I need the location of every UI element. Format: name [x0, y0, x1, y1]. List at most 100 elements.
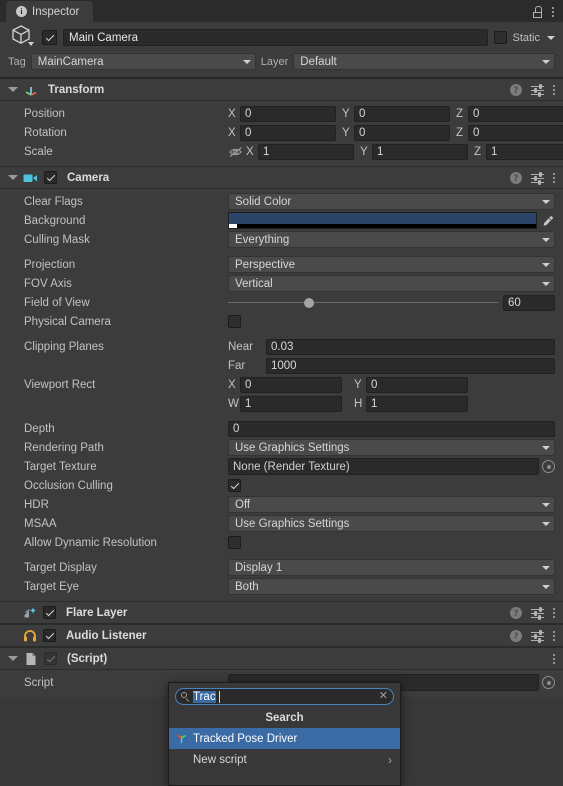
component-header-script[interactable]: (Script) [0, 647, 563, 670]
cube-icon[interactable] [10, 24, 36, 51]
scale-z-input[interactable]: 1 [486, 143, 563, 160]
gameobject-enabled-checkbox[interactable] [42, 30, 57, 45]
gameobject-name-row: Main Camera Static [8, 24, 555, 47]
script-file-icon [23, 651, 38, 666]
rendering-path-dropdown[interactable]: Use Graphics Settings [228, 439, 555, 456]
kebab-menu-icon[interactable] [553, 171, 555, 184]
physical-camera-checkbox[interactable] [228, 315, 241, 328]
target-eye-dropdown[interactable]: Both [228, 578, 555, 595]
eyedropper-icon[interactable] [540, 215, 555, 227]
depth-input[interactable]: 0 [228, 420, 555, 437]
audio-listener-enabled-checkbox[interactable] [43, 629, 56, 642]
layer-dropdown[interactable]: Default [293, 53, 555, 70]
gameobject-name-input[interactable]: Main Camera [63, 29, 489, 46]
tab-inspector[interactable]: i Inspector [6, 1, 94, 22]
search-result-tracked-pose-driver[interactable]: Tracked Pose Driver [169, 728, 400, 749]
clipping-far-input[interactable]: 1000 [266, 357, 555, 374]
headphones-icon [22, 628, 37, 643]
preset-settings-icon[interactable] [531, 171, 544, 185]
rotation-z-input[interactable]: 0 [468, 124, 563, 141]
transform-axis-icon [23, 82, 38, 97]
help-icon[interactable]: ? [510, 83, 522, 96]
help-icon[interactable]: ? [510, 629, 522, 642]
rotation-y-input[interactable]: 0 [354, 124, 450, 141]
preset-settings-icon[interactable] [531, 629, 544, 643]
viewport-w-input[interactable]: 1 [240, 395, 342, 412]
object-picker-icon[interactable] [542, 460, 555, 473]
component-header-flare-layer[interactable]: Flare Layer ? [0, 601, 563, 624]
kebab-menu-icon[interactable] [552, 5, 554, 18]
field-of-view-input[interactable]: 60 [503, 294, 555, 311]
tag-dropdown[interactable]: MainCamera [30, 53, 256, 70]
target-display-value: Display 1 [235, 561, 283, 574]
static-checkbox[interactable] [494, 31, 508, 44]
search-popup-header: Search [265, 711, 304, 724]
search-input[interactable]: Trac ✕ [175, 688, 394, 705]
projection-dropdown[interactable]: Perspective [228, 256, 555, 273]
kebab-menu-icon[interactable] [553, 629, 555, 642]
slider-knob[interactable] [303, 297, 314, 308]
component-actions: ? [510, 83, 555, 97]
component-title: Transform [48, 83, 105, 96]
foldout-arrow-icon[interactable] [8, 175, 18, 180]
msaa-dropdown[interactable]: Use Graphics Settings [228, 515, 555, 532]
scale-y-input[interactable]: 1 [372, 143, 468, 160]
tracked-pose-driver-icon [175, 732, 188, 745]
field-of-view-slider[interactable] [228, 295, 498, 311]
chevron-down-icon [542, 521, 550, 526]
help-icon[interactable]: ? [510, 606, 522, 619]
axis-x-label: X [228, 126, 236, 139]
field-label: Depth [24, 422, 55, 435]
occlusion-culling-checkbox[interactable] [228, 479, 241, 492]
allow-dynamic-resolution-checkbox[interactable] [228, 536, 241, 549]
component-header-transform[interactable]: Transform ? [0, 78, 563, 101]
slider-track [228, 301, 498, 304]
link-off-icon[interactable] [228, 146, 244, 158]
target-texture-field[interactable]: None (Render Texture) [228, 458, 539, 475]
viewport-y-input[interactable]: 0 [366, 376, 468, 393]
lock-icon[interactable] [532, 5, 543, 18]
scale-x-input[interactable]: 1 [258, 143, 354, 160]
kebab-menu-icon[interactable] [553, 652, 555, 665]
rotation-x-input[interactable]: 0 [240, 124, 336, 141]
chevron-down-icon [242, 59, 251, 64]
preset-settings-icon[interactable] [531, 606, 544, 620]
field-label: Target Display [24, 561, 97, 574]
camera-clipping-near-row: Clipping Planes Near 0.03 [0, 337, 563, 356]
script-enabled-checkbox[interactable] [44, 652, 57, 665]
background-color-field[interactable] [228, 212, 537, 229]
culling-mask-dropdown[interactable]: Everything [228, 231, 555, 248]
component-title: Camera [67, 171, 110, 184]
viewport-x-input[interactable]: 0 [240, 376, 342, 393]
target-display-dropdown[interactable]: Display 1 [228, 559, 555, 576]
object-picker-icon[interactable] [542, 676, 555, 689]
field-label: Clipping Planes [24, 340, 104, 353]
kebab-menu-icon[interactable] [553, 606, 555, 619]
position-z-input[interactable]: 0 [468, 105, 563, 122]
far-label: Far [228, 359, 246, 372]
preset-settings-icon[interactable] [531, 83, 544, 97]
position-y-input[interactable]: 0 [354, 105, 450, 122]
fov-axis-dropdown[interactable]: Vertical [228, 275, 555, 292]
foldout-arrow-icon[interactable] [8, 656, 18, 661]
axis-y-label: Y [342, 126, 350, 139]
kebab-menu-icon[interactable] [553, 83, 555, 96]
foldout-arrow-icon[interactable] [8, 87, 18, 92]
chevron-down-icon [542, 262, 550, 267]
search-result-new-script[interactable]: New script › [169, 749, 400, 770]
component-header-audio-listener[interactable]: Audio Listener ? [0, 624, 563, 647]
flare-layer-enabled-checkbox[interactable] [43, 606, 56, 619]
position-x-input[interactable]: 0 [240, 105, 336, 122]
text-caret [218, 690, 220, 703]
hdr-dropdown[interactable]: Off [228, 496, 555, 513]
viewport-h-input[interactable]: 1 [366, 395, 468, 412]
clear-flags-dropdown[interactable]: Solid Color [228, 193, 555, 210]
field-label: Rotation [24, 126, 67, 139]
clipping-near-input[interactable]: 0.03 [266, 338, 555, 355]
component-header-camera[interactable]: Camera ? [0, 166, 563, 189]
camera-target-eye-row: Target Eye Both [0, 577, 563, 596]
clear-icon[interactable]: ✕ [379, 691, 388, 702]
static-dropdown-chevron-down-icon[interactable] [547, 35, 555, 40]
camera-enabled-checkbox[interactable] [44, 171, 57, 184]
help-icon[interactable]: ? [510, 171, 522, 184]
